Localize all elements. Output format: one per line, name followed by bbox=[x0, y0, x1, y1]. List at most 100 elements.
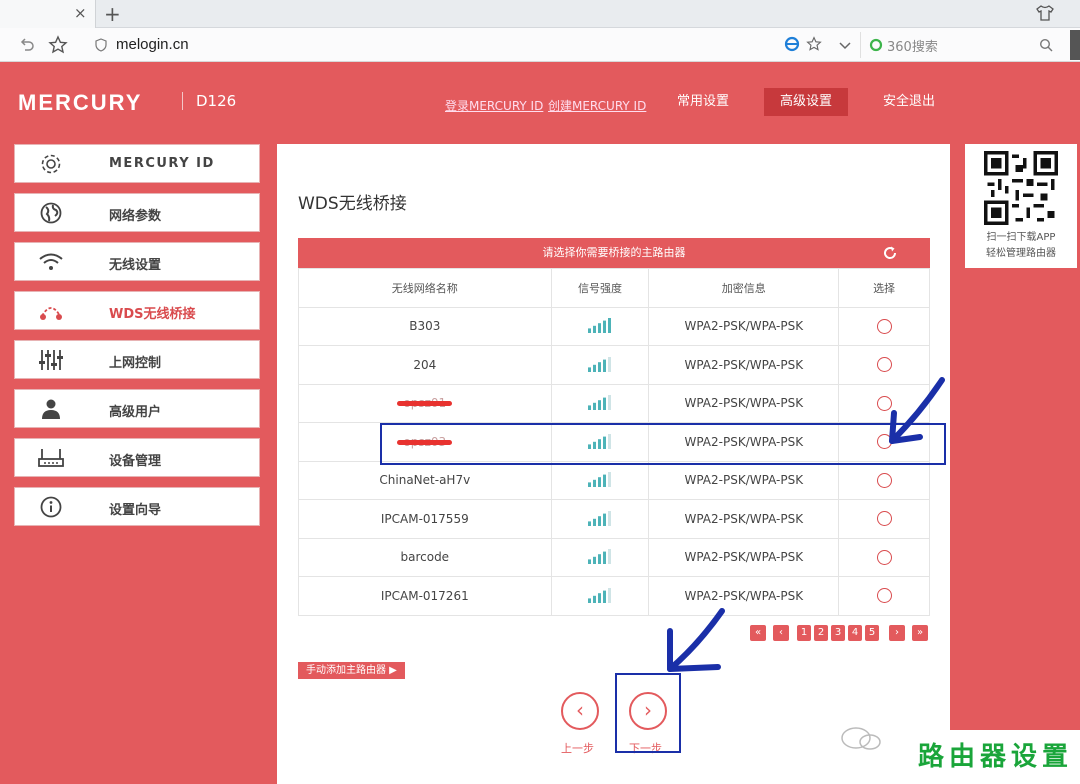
logo-divider bbox=[182, 92, 183, 110]
col-select: 选择 bbox=[838, 268, 930, 308]
select-radio[interactable] bbox=[876, 588, 892, 604]
ssid-cell: ChinaNet-aH7v bbox=[298, 460, 552, 500]
create-mercury-id-link[interactable]: 创建MERCURY ID bbox=[548, 97, 646, 114]
close-tab-icon[interactable]: × bbox=[74, 4, 87, 22]
sidebar-item-label: 上网控制 bbox=[109, 356, 162, 371]
table-row[interactable]: IPCAM-017261 WPA2-PSK/WPA-PSK bbox=[298, 576, 930, 616]
ie-icon[interactable] bbox=[784, 36, 800, 52]
watermark: 路由器设置 bbox=[915, 730, 1080, 784]
annotation-arrow-icon bbox=[667, 608, 725, 672]
highlight-box-row bbox=[380, 423, 946, 465]
manual-add-router-button[interactable]: 手动添加主路由器 ▶ bbox=[298, 662, 405, 679]
ssid-cell: IPCAM-017261 bbox=[298, 576, 552, 616]
sidebar-item-access-control[interactable]: 上网控制 bbox=[14, 340, 260, 379]
signal-strength-icon bbox=[588, 395, 611, 411]
next-page-button[interactable]: › bbox=[889, 625, 905, 641]
qr-caption-2: 轻松管理路由器 bbox=[986, 248, 1056, 259]
sidebar-item-advanced-user[interactable]: 高级用户 bbox=[14, 389, 260, 428]
app-qr-panel: 扫一扫下载APP 轻松管理路由器 bbox=[965, 144, 1077, 268]
prev-step-label: 上一步 bbox=[561, 742, 594, 755]
nav-logout[interactable]: 安全退出 bbox=[874, 88, 944, 116]
col-signal: 信号强度 bbox=[550, 268, 650, 308]
table-row[interactable]: IPCAM-017559 WPA2-PSK/WPA-PSK bbox=[298, 499, 930, 539]
page-1-button[interactable]: 1 bbox=[797, 625, 811, 641]
watermark-text: 路由器设置 bbox=[918, 742, 1074, 772]
signal-strength-icon bbox=[588, 318, 611, 334]
nav-common-settings[interactable]: 常用设置 bbox=[668, 88, 738, 116]
undo-icon[interactable] bbox=[18, 36, 36, 54]
nav-advanced-settings[interactable]: 高级设置 bbox=[764, 88, 848, 116]
ssid-text: ChinaNet-aH7v bbox=[379, 473, 471, 488]
table-row[interactable]: opsz01 WPA2-PSK/WPA-PSK bbox=[298, 383, 930, 423]
ssid-cell: B303 bbox=[298, 306, 552, 346]
address-bar: melogin.cn 360搜索 bbox=[0, 28, 1080, 62]
360-search-logo-icon bbox=[869, 38, 883, 52]
select-radio[interactable] bbox=[876, 549, 892, 565]
sidebar-item-setup-wizard[interactable]: 设置向导 bbox=[14, 487, 260, 526]
security-cell: WPA2-PSK/WPA-PSK bbox=[648, 460, 840, 500]
sidebar-item-wds[interactable]: WDS无线桥接 bbox=[14, 291, 260, 330]
sidebar-item-network[interactable]: 网络参数 bbox=[14, 193, 260, 232]
select-cell bbox=[838, 460, 930, 500]
highlight-box-next bbox=[615, 673, 681, 753]
sidebar-toggle bbox=[1070, 30, 1080, 60]
page-title: WDS无线桥接 bbox=[298, 194, 407, 214]
table-row[interactable]: barcode WPA2-PSK/WPA-PSK bbox=[298, 537, 930, 577]
browser-tab[interactable]: × bbox=[0, 0, 96, 28]
sidebar-item-label: 高级用户 bbox=[109, 405, 162, 420]
search-input[interactable]: 360搜索 bbox=[860, 32, 1060, 58]
first-page-button[interactable]: « bbox=[750, 625, 766, 641]
model-name: D126 bbox=[196, 92, 237, 110]
login-mercury-id-link[interactable]: 登录MERCURY ID bbox=[445, 97, 543, 114]
new-tab-button[interactable]: + bbox=[104, 2, 121, 26]
qr-code[interactable] bbox=[984, 151, 1058, 225]
signal-strength-icon bbox=[588, 549, 611, 565]
security-cell: WPA2-PSK/WPA-PSK bbox=[648, 345, 840, 385]
ssid-cell: barcode bbox=[298, 537, 552, 577]
page-2-button[interactable]: 2 bbox=[814, 625, 828, 641]
select-radio[interactable] bbox=[876, 318, 892, 334]
sidebar-item-device-management[interactable]: 设备管理 bbox=[14, 438, 260, 477]
sidebar-item-mercury-id[interactable]: MERCURY ID bbox=[14, 144, 260, 183]
table-header-row: 无线网络名称 信号强度 加密信息 选择 bbox=[298, 268, 930, 308]
router-icon bbox=[38, 449, 64, 467]
favorite-star-icon[interactable] bbox=[48, 35, 68, 55]
refresh-icon[interactable] bbox=[882, 245, 898, 261]
table-banner: 请选择你需要桥接的主路由器 bbox=[298, 238, 930, 268]
globe-icon bbox=[40, 202, 62, 224]
search-placeholder: 360搜索 bbox=[887, 40, 938, 55]
signal-cell bbox=[550, 306, 650, 346]
select-radio[interactable] bbox=[876, 511, 892, 527]
col-security: 加密信息 bbox=[648, 268, 840, 308]
site-security-icon[interactable] bbox=[94, 38, 108, 52]
select-cell bbox=[838, 576, 930, 616]
signal-cell bbox=[550, 576, 650, 616]
skin-icon[interactable] bbox=[1036, 4, 1054, 22]
signal-cell bbox=[550, 383, 650, 423]
ssid-text: B303 bbox=[409, 319, 441, 334]
signal-strength-icon bbox=[588, 472, 611, 488]
select-radio[interactable] bbox=[876, 357, 892, 373]
last-page-button[interactable]: » bbox=[912, 625, 928, 641]
select-radio[interactable] bbox=[876, 472, 892, 488]
sidebar-item-wireless[interactable]: 无线设置 bbox=[14, 242, 260, 281]
prev-step-button[interactable]: ‹ bbox=[561, 692, 599, 730]
security-cell: WPA2-PSK/WPA-PSK bbox=[648, 537, 840, 577]
search-icon[interactable] bbox=[1039, 38, 1053, 52]
page-4-button[interactable]: 4 bbox=[848, 625, 862, 641]
bookmark-star-icon[interactable] bbox=[806, 36, 822, 52]
url-input[interactable]: melogin.cn bbox=[116, 36, 189, 53]
ssid-text: barcode bbox=[400, 550, 450, 565]
signal-cell bbox=[550, 499, 650, 539]
browser-tabstrip: × + bbox=[0, 0, 1080, 28]
signal-strength-icon bbox=[588, 356, 611, 372]
table-row[interactable]: 204 WPA2-PSK/WPA-PSK bbox=[298, 345, 930, 385]
chevron-down-icon[interactable] bbox=[838, 38, 852, 52]
page-3-button[interactable]: 3 bbox=[831, 625, 845, 641]
prev-page-button[interactable]: ‹ bbox=[773, 625, 789, 641]
security-cell: WPA2-PSK/WPA-PSK bbox=[648, 306, 840, 346]
page-5-button[interactable]: 5 bbox=[865, 625, 879, 641]
select-cell bbox=[838, 499, 930, 539]
table-row[interactable]: ChinaNet-aH7v WPA2-PSK/WPA-PSK bbox=[298, 460, 930, 500]
table-row[interactable]: B303 WPA2-PSK/WPA-PSK bbox=[298, 306, 930, 346]
